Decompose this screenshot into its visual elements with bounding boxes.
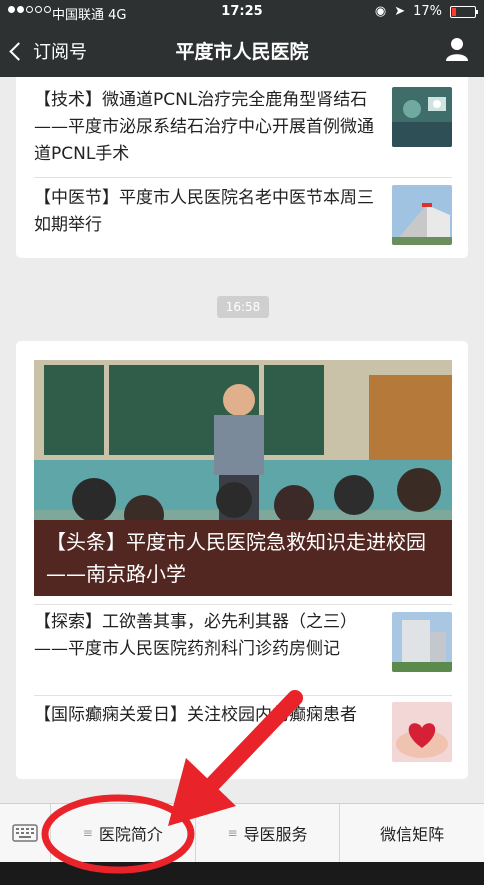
page-title: 平度市人民医院	[175, 41, 309, 63]
menu-list-icon: ≡	[227, 826, 238, 840]
status-bar: 中国联通 4G 17:25 ◉ ➤ 17%	[0, 0, 484, 24]
headline-article[interactable]: 【头条】平度市人民医院急救知识走进校园——南京路小学	[34, 360, 452, 596]
battery-icon	[450, 5, 478, 18]
article-item[interactable]: 【国际癫痫关爱日】关注校园内的癫痫患者	[34, 702, 452, 762]
nav-bar: 订阅号 平度市人民医院	[0, 24, 484, 77]
article-item[interactable]: 【技术】微通道PCNL治疗完全鹿角型肾结石——平度市泌尿系结石治疗中心开展首例微…	[34, 87, 452, 168]
divider	[34, 695, 452, 696]
menu-label: 导医服务	[243, 825, 308, 844]
menu-hospital-intro[interactable]: ≡ 医院简介	[51, 804, 196, 862]
article-card: 【头条】平度市人民医院急救知识走进校园——南京路小学 【探索】工欲善其事，必先利…	[16, 341, 468, 779]
article-item[interactable]: 【探索】工欲善其事，必先利其器（之三）——平度市人民医院药剂科门诊药房侧记	[34, 609, 452, 672]
menu-label: 微信矩阵	[380, 825, 445, 844]
keyboard-toggle-button[interactable]	[0, 804, 51, 862]
building-thumbnail	[392, 612, 452, 672]
article-card: 【技术】微通道PCNL治疗完全鹿角型肾结石——平度市泌尿系结石治疗中心开展首例微…	[16, 77, 468, 258]
menu-label: 医院简介	[98, 825, 163, 844]
top-bar: 中国联通 4G 17:25 ◉ ➤ 17% 订阅号 平度市人民医院	[0, 0, 484, 77]
article-title: 【探索】工欲善其事，必先利其器（之三）——平度市人民医院药剂科门诊药房侧记	[34, 612, 357, 659]
menu-wechat-matrix[interactable]: 微信矩阵	[340, 804, 484, 862]
article-title: 【技术】微通道PCNL治疗完全鹿角型肾结石——平度市泌尿系结石治疗中心开展首例微…	[34, 90, 374, 164]
rotation-lock-icon: ◉	[374, 4, 387, 19]
divider	[34, 177, 452, 178]
menu-list-icon: ≡	[82, 826, 93, 840]
home-bar	[0, 862, 484, 885]
heart-hands-thumbnail	[392, 702, 452, 762]
bottom-menu: ≡ 医院简介 ≡ 导医服务 微信矩阵	[0, 803, 484, 862]
keyboard-icon	[12, 824, 38, 842]
headline-caption: 【头条】平度市人民医院急救知识走进校园——南京路小学	[34, 520, 452, 596]
location-icon: ➤	[394, 4, 406, 19]
hospital-building-thumbnail	[392, 185, 452, 245]
battery-percent: 17%	[413, 4, 442, 19]
article-item[interactable]: 【中医节】平度市人民医院名老中医节本周三如期举行	[34, 185, 452, 245]
menu-guide-service[interactable]: ≡ 导医服务	[196, 804, 341, 862]
profile-icon[interactable]	[444, 36, 470, 62]
timestamp-pill: 16:58	[217, 296, 269, 318]
article-title: 【中医节】平度市人民医院名老中医节本周三如期举行	[34, 188, 374, 235]
surgery-thumbnail	[392, 87, 452, 147]
article-title: 【国际癫痫关爱日】关注校园内的癫痫患者	[34, 705, 357, 725]
divider	[34, 604, 452, 605]
